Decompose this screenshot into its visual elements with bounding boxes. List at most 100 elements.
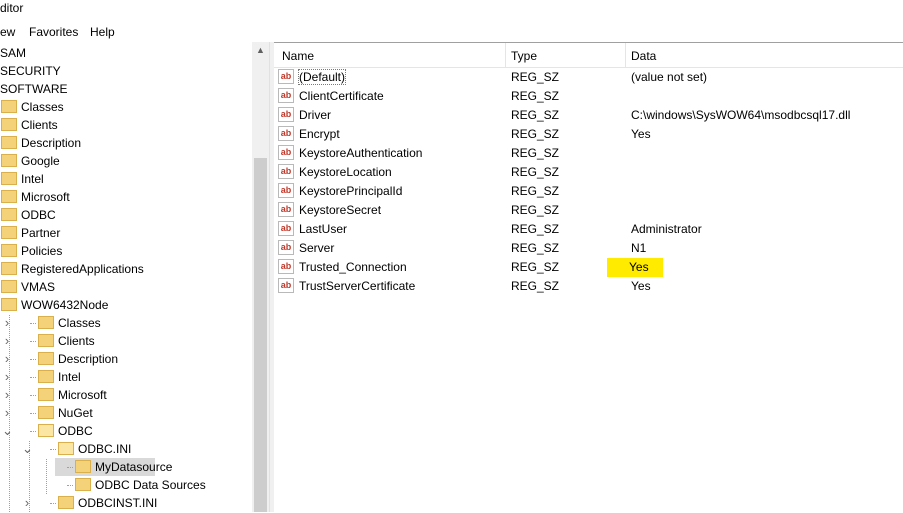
value-name: Trusted_Connection — [299, 260, 407, 274]
tree-node-label: ODBC.INI — [78, 442, 132, 456]
chevron-right-icon[interactable]: › — [2, 386, 12, 404]
value-name: Driver — [299, 108, 331, 122]
value-name-cell: ab Driver — [278, 106, 331, 125]
scroll-up-icon[interactable]: ▲ — [252, 42, 269, 59]
value-name: KeystoreLocation — [299, 165, 392, 179]
tree-node[interactable]: MyDatasource — [57, 458, 172, 476]
value-type: REG_SZ — [511, 146, 560, 160]
value-name-cell: ab Server — [278, 239, 334, 258]
tree-node-label: Classes — [58, 316, 101, 330]
tree-guide-line — [67, 467, 73, 468]
tree-guide-line — [30, 377, 36, 378]
tree-node[interactable]: › Clients — [5, 332, 95, 350]
tree-node[interactable]: › Intel — [5, 368, 81, 386]
values-list: Name Type Data ab (Default) REG_SZ (value n… — [274, 42, 903, 513]
value-name: TrustServerCertificate — [299, 279, 416, 293]
tree-guide-line — [30, 413, 36, 414]
chevron-right-icon[interactable]: › — [2, 350, 12, 368]
scroll-thumb[interactable] — [254, 158, 267, 512]
value-row[interactable]: ab LastUser REG_SZ Administrator — [274, 220, 903, 239]
column-header-data[interactable]: Data — [631, 49, 656, 63]
value-row[interactable]: ab Trusted_Connection REG_SZ Yes — [274, 258, 903, 277]
menu-view[interactable]: ew — [0, 25, 15, 39]
value-name-cell: ab KeystoreLocation — [278, 163, 392, 182]
menu-help[interactable]: Help — [90, 25, 115, 39]
column-divider[interactable] — [625, 43, 626, 67]
menu-favorites[interactable]: Favorites — [29, 25, 78, 39]
tree-node[interactable]: RegisteredApplications — [1, 260, 144, 278]
tree-node[interactable]: ⌄ ODBC — [2, 422, 93, 440]
value-data: Yes — [607, 258, 663, 277]
tree-node[interactable]: › Classes — [5, 314, 101, 332]
tree-node[interactable]: ODBC — [1, 206, 56, 224]
chevron-right-icon[interactable]: › — [2, 404, 12, 422]
tree-node[interactable]: › ODBCINST.INI — [25, 494, 158, 512]
folder-icon — [58, 442, 74, 456]
value-row[interactable]: ab (Default) REG_SZ (value not set) — [274, 68, 903, 87]
tree-node[interactable]: WOW6432Node — [1, 296, 108, 314]
tree-node[interactable]: Google — [1, 152, 60, 170]
chevron-right-icon[interactable]: › — [2, 314, 12, 332]
string-value-icon: ab — [278, 278, 294, 294]
column-header-type[interactable]: Type — [511, 49, 537, 63]
value-name-cell: ab TrustServerCertificate — [278, 277, 415, 296]
value-data: N1 — [631, 241, 647, 255]
tree-node-label: Clients — [21, 118, 58, 132]
value-type: REG_SZ — [511, 127, 560, 141]
registry-tree[interactable]: SAM SECURITY SOFTWARE Classes Clients Descrip… — [0, 42, 252, 512]
string-value-icon: ab — [278, 88, 294, 104]
value-row[interactable]: ab KeystoreAuthentication REG_SZ — [274, 144, 903, 163]
chevron-down-icon[interactable]: ⌄ — [22, 440, 33, 458]
tree-guide-line — [30, 341, 36, 342]
chevron-right-icon[interactable]: › — [22, 494, 32, 512]
value-row[interactable]: ab KeystoreLocation REG_SZ — [274, 163, 903, 182]
value-data: Yes — [631, 127, 651, 141]
value-row[interactable]: ab Encrypt REG_SZ Yes — [274, 125, 903, 144]
folder-icon — [38, 388, 54, 402]
tree-node[interactable]: Description — [1, 134, 81, 152]
string-value-icon: ab — [278, 126, 294, 142]
tree-node[interactable]: › Microsoft — [5, 386, 107, 404]
tree-node[interactable]: Classes — [1, 98, 64, 116]
folder-icon — [1, 208, 17, 222]
tree-node-label: WOW6432Node — [21, 298, 109, 312]
string-value-icon: ab — [278, 202, 294, 218]
tree-node-label: SECURITY — [0, 64, 61, 78]
column-divider[interactable] — [505, 43, 506, 67]
value-type: REG_SZ — [511, 260, 560, 274]
tree-node[interactable]: ⌄ ODBC.INI — [22, 440, 131, 458]
tree-guide-line — [30, 323, 36, 324]
value-type: REG_SZ — [511, 70, 560, 84]
tree-node[interactable]: Partner — [1, 224, 60, 242]
value-row[interactable]: ab Server REG_SZ N1 — [274, 239, 903, 258]
string-value-icon: ab — [278, 240, 294, 256]
tree-node[interactable]: Microsoft — [1, 188, 70, 206]
chevron-right-icon[interactable]: › — [2, 368, 12, 386]
tree-node[interactable]: › Description — [5, 350, 118, 368]
value-row[interactable]: ab Driver REG_SZ C:\windows\SysWOW64\msodbc… — [274, 106, 903, 125]
value-row[interactable]: ab KeystoreSecret REG_SZ — [274, 201, 903, 220]
tree-node[interactable]: SAM — [0, 44, 26, 62]
value-row[interactable]: ab ClientCertificate REG_SZ — [274, 87, 903, 106]
column-header-name[interactable]: Name — [282, 49, 314, 63]
value-data: Administrator — [631, 222, 702, 236]
value-row[interactable]: ab TrustServerCertificate REG_SZ Yes — [274, 277, 903, 296]
string-value-icon: ab — [278, 107, 294, 123]
tree-scrollbar[interactable]: ▲ — [252, 42, 269, 512]
tree-node[interactable]: VMAS — [1, 278, 55, 296]
tree-node[interactable]: Clients — [1, 116, 58, 134]
tree-guide-line — [50, 449, 56, 450]
tree-node[interactable]: SOFTWARE — [0, 80, 68, 98]
value-type: REG_SZ — [511, 89, 560, 103]
chevron-down-icon[interactable]: ⌄ — [2, 422, 13, 440]
tree-node-label: NuGet — [58, 406, 93, 420]
value-row[interactable]: ab KeystorePrincipalId REG_SZ — [274, 182, 903, 201]
tree-node[interactable]: SECURITY — [0, 62, 61, 80]
tree-node[interactable]: › NuGet — [5, 404, 93, 422]
tree-node[interactable]: ODBC Data Sources — [57, 476, 206, 494]
folder-icon — [1, 280, 17, 294]
tree-node-label: Intel — [21, 172, 44, 186]
chevron-right-icon[interactable]: › — [2, 332, 12, 350]
tree-node[interactable]: Intel — [1, 170, 44, 188]
tree-node[interactable]: Policies — [1, 242, 62, 260]
